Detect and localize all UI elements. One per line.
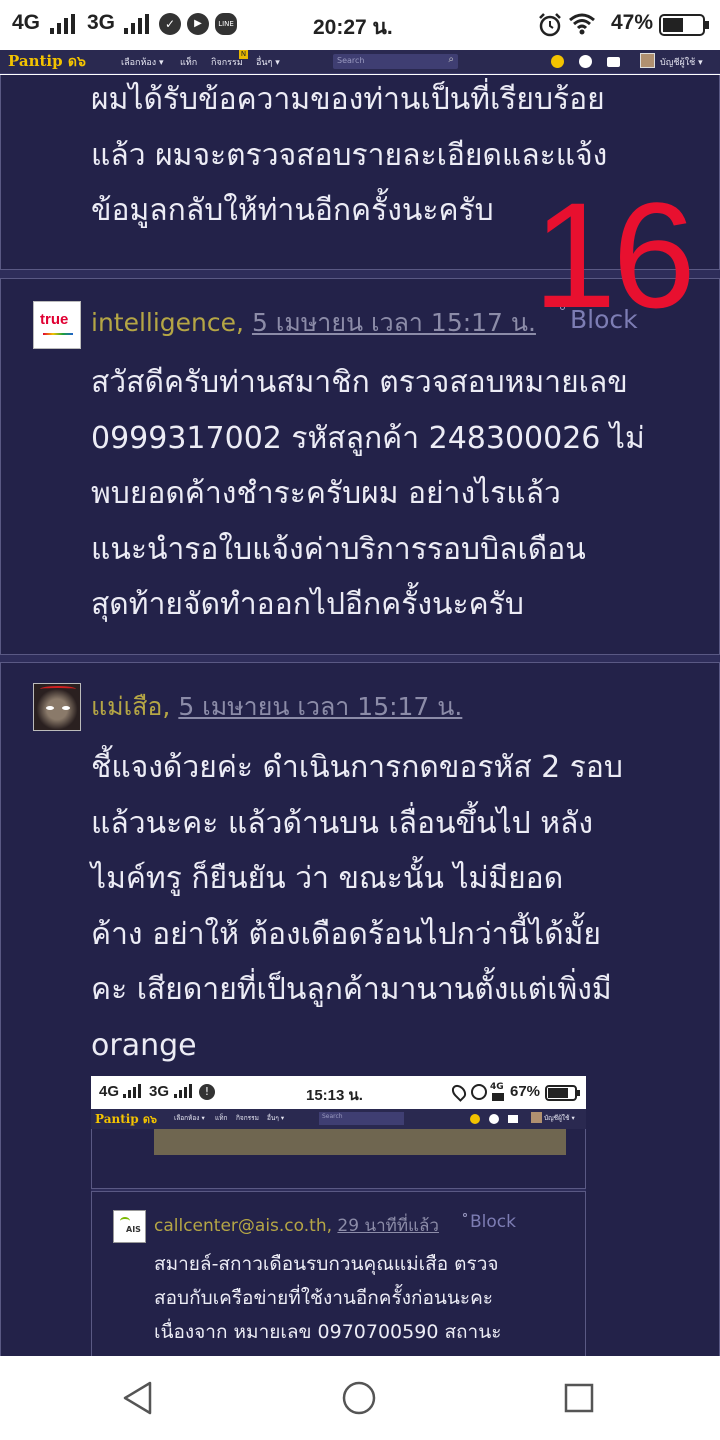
- comment-body: สวัสดีครับท่านสมาชิก ตรวจสอบหมายเลข 0999…: [91, 365, 645, 622]
- system-navigation-bar: [0, 1356, 720, 1440]
- line-icon: LINE: [215, 13, 237, 35]
- embedded-pantip-navbar: Pantip ด๖ เลือกห้อง ▾ แท็ก กิจกรรม อื่นๆ…: [91, 1109, 586, 1129]
- chat-icon: [489, 1114, 499, 1124]
- checkmark-icon: ✓: [159, 13, 181, 35]
- signal-icon-2: [124, 14, 150, 34]
- comment-card: แม่เสือ, 5 เมษายน เวลา 15:17 น. ชี้แจงด้…: [0, 662, 720, 1356]
- search-icon: ⌕: [448, 54, 454, 65]
- nav-tags[interactable]: แท็ก: [180, 55, 197, 69]
- activity-badge: N: [239, 50, 248, 59]
- comment-meta: intelligence, 5 เมษายน เวลา 15:17 น.: [91, 308, 536, 337]
- alert-icon: !: [199, 1084, 215, 1100]
- account-menu[interactable]: บัญชีผู้ใช้ ▾: [660, 55, 703, 69]
- emoticon-icon: [470, 1114, 480, 1124]
- youtube-icon: ▶: [187, 13, 209, 35]
- home-icon[interactable]: [341, 1380, 377, 1416]
- comment-feed: ผมได้รับข้อความของท่านเป็นที่เรียบร้อย แ…: [0, 75, 720, 1356]
- nav-rooms[interactable]: เลือกห้อง ▾: [121, 55, 164, 69]
- battery-icon: [545, 1085, 580, 1101]
- location-icon: [449, 1082, 469, 1102]
- block-icon: [463, 1213, 467, 1217]
- battery-percent: 47%: [611, 11, 654, 34]
- ais-avatar: AIS: [113, 1210, 146, 1243]
- overlay-number: 16: [533, 171, 696, 339]
- search-input[interactable]: Search ⌕: [333, 54, 458, 69]
- network-type-2: 3G: [87, 11, 116, 34]
- recents-icon[interactable]: [563, 1382, 595, 1414]
- comment-meta: แม่เสือ, 5 เมษายน เวลา 15:17 น.: [91, 692, 463, 721]
- embedded-reply-card: AIS callcenter@ais.co.th, 29 นาทีที่แล้ว…: [91, 1191, 586, 1356]
- network-type-1: 4G: [12, 11, 41, 34]
- timestamp-link[interactable]: 5 เมษายน เวลา 15:17 น.: [252, 308, 536, 337]
- chat-icon[interactable]: [579, 55, 592, 68]
- signal-icon: [174, 1084, 192, 1098]
- emoticon-icon[interactable]: [551, 55, 564, 68]
- nav-more[interactable]: อื่นๆ ▾: [256, 55, 280, 69]
- comment-body: ผมได้รับข้อความของท่านเป็นที่เรียบร้อย แ…: [91, 82, 608, 228]
- username-link[interactable]: แม่เสือ: [91, 692, 162, 721]
- timestamp-link[interactable]: 5 เมษายน เวลา 15:17 น.: [178, 692, 462, 721]
- embedded-image: [154, 1129, 566, 1155]
- back-icon[interactable]: [120, 1380, 156, 1416]
- pantip-logo[interactable]: Pantip ด๖: [8, 51, 86, 73]
- mail-icon[interactable]: [607, 57, 620, 67]
- username-link[interactable]: intelligence: [91, 308, 236, 337]
- alarm-icon: [539, 13, 561, 37]
- embedded-previous-card: [91, 1129, 586, 1189]
- attached-screenshot[interactable]: 4G 3G ! 15:13 น. 4G 67% Pantip ด๖ เลือกห…: [91, 1076, 586, 1356]
- nav-activities[interactable]: กิจกรรม: [211, 55, 243, 69]
- signal-icon: [492, 1093, 504, 1101]
- battery-icon: [659, 14, 709, 36]
- mail-icon: [508, 1115, 518, 1123]
- pantip-navbar: Pantip ด๖ เลือกห้อง ▾ แท็ก กิจกรรม N อื่…: [0, 50, 720, 74]
- status-bar: 4G 3G ✓ ▶ LINE 20:27 น. 47%: [0, 0, 720, 50]
- clock: 20:27 น.: [313, 16, 393, 39]
- account-avatar[interactable]: [640, 53, 655, 68]
- avatar[interactable]: [33, 683, 81, 731]
- wifi-icon: [569, 13, 595, 35]
- signal-icon: [50, 14, 76, 34]
- account-avatar: [531, 1112, 542, 1123]
- signal-icon: [123, 1084, 141, 1098]
- avatar[interactable]: true: [33, 301, 81, 349]
- alarm-icon: [471, 1084, 487, 1100]
- comment-body: ชี้แจงด้วยค่ะ ดำเนินการกดขอรหัส 2 รอบ แล…: [91, 750, 623, 1063]
- embedded-status-bar: 4G 3G ! 15:13 น. 4G 67%: [91, 1076, 586, 1109]
